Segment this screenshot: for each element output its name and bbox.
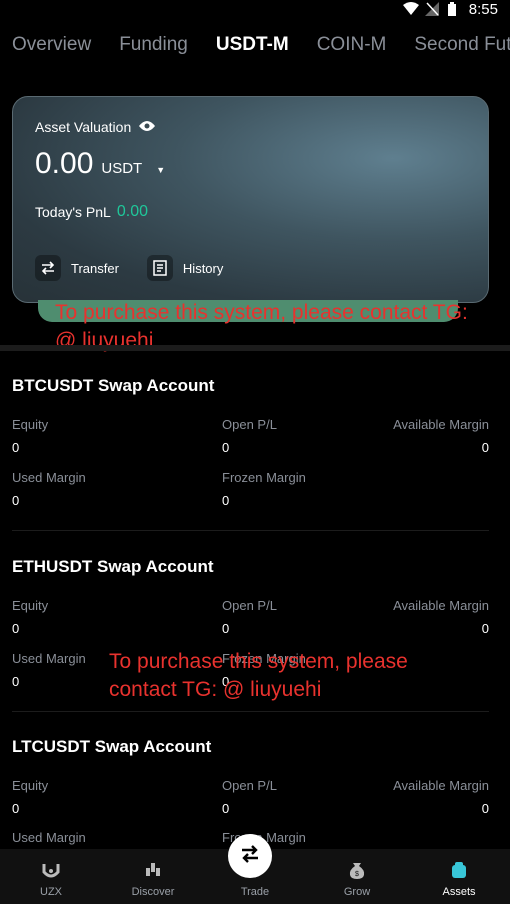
used-margin-label: Used Margin <box>12 470 86 485</box>
account-title: ETHUSDT Swap Account <box>12 557 214 576</box>
available-margin-label: Available Margin <box>393 598 489 613</box>
used-margin-label: Used Margin <box>12 651 86 666</box>
used-margin-value: 0 <box>12 493 20 508</box>
available-margin-value: 0 <box>481 801 489 816</box>
equity-label: Equity <box>12 417 49 432</box>
transfer-button[interactable]: Transfer <box>35 255 119 281</box>
history-label: History <box>182 260 224 276</box>
equity-value: 0 <box>12 801 20 816</box>
tab-overview[interactable]: Overview <box>12 34 91 56</box>
account-title: BTCUSDT Swap Account <box>12 376 215 395</box>
asset-valuation-header: Asset Valuation <box>35 119 156 135</box>
used-margin-label: Used Margin <box>12 830 86 845</box>
swap-arrows-icon <box>239 843 261 870</box>
asset-valuation-label: Asset Valuation <box>35 119 132 135</box>
available-margin-label: Available Margin <box>393 417 489 432</box>
pnl-label: Today's PnL <box>35 204 111 220</box>
account-tabs: Overview Funding USDT-M COIN-M Second Fu… <box>12 34 510 56</box>
caret-down-icon[interactable]: ▼ <box>156 165 165 175</box>
tab-second-futures[interactable]: Second Futu <box>414 34 510 56</box>
ethusdt-account[interactable]: ETHUSDT Swap Account Equity 0 Open P/L 0 A… <box>12 557 489 689</box>
watermark-text: To purchase this system, please contact … <box>109 650 408 701</box>
open-pl-label: Open P/L <box>222 598 277 613</box>
open-pl-value: 0 <box>222 801 230 816</box>
equity-label: Equity <box>12 778 49 793</box>
valuation-amount: 0.00 <box>35 147 94 180</box>
card-actions: Transfer History <box>35 255 223 281</box>
nav-uzx[interactable]: UZX <box>0 849 102 904</box>
frozen-margin-label: Frozen Margin <box>222 470 306 485</box>
wifi-icon <box>402 2 419 16</box>
frozen-margin-value: 0 <box>222 493 230 508</box>
uzx-logo-icon <box>40 859 62 881</box>
asset-valuation-value[interactable]: 0.00 USDT ▼ <box>35 147 165 181</box>
todays-pnl: Today's PnL 0.00 <box>35 203 148 221</box>
status-bar: 8:55 <box>0 0 510 18</box>
money-bag-icon: $ <box>346 859 368 881</box>
available-margin-label: Available Margin <box>393 778 489 793</box>
nav-grow[interactable]: $ Grow <box>306 849 408 904</box>
open-pl-label: Open P/L <box>222 417 277 432</box>
valuation-unit: USDT <box>101 160 143 177</box>
nav-discover[interactable]: Discover <box>102 849 204 904</box>
transfer-label: Transfer <box>71 260 119 276</box>
history-icon <box>146 255 173 281</box>
tab-usdt-m[interactable]: USDT-M <box>216 34 289 56</box>
tab-coin-m[interactable]: COIN-M <box>317 34 387 56</box>
equity-value: 0 <box>12 621 20 636</box>
signal-icon <box>424 2 441 16</box>
available-margin-value: 0 <box>481 440 489 455</box>
row-separator <box>12 530 489 531</box>
status-time: 8:55 <box>468 0 498 18</box>
btcusdt-account[interactable]: BTCUSDT Swap Account Equity 0 Open P/L 0 A… <box>12 376 489 508</box>
section-divider <box>0 345 510 351</box>
tab-funding[interactable]: Funding <box>119 34 188 56</box>
available-margin-value: 0 <box>481 621 489 636</box>
history-button[interactable]: History <box>146 255 224 281</box>
open-pl-label: Open P/L <box>222 778 277 793</box>
asset-valuation-card: Asset Valuation 0.00 USDT ▼ Today's PnL … <box>12 96 489 303</box>
open-pl-value: 0 <box>222 621 230 636</box>
trade-button[interactable] <box>228 834 272 878</box>
row-separator <box>12 711 489 712</box>
equity-value: 0 <box>12 440 20 455</box>
wallet-icon <box>448 859 470 881</box>
pnl-value: 0.00 <box>116 203 148 220</box>
battery-icon <box>447 2 463 16</box>
nav-assets[interactable]: Assets <box>408 849 510 904</box>
open-pl-value: 0 <box>222 440 230 455</box>
discover-icon <box>142 859 164 881</box>
eye-icon[interactable] <box>139 119 156 135</box>
used-margin-value: 0 <box>12 674 20 689</box>
svg-text:$: $ <box>355 871 359 878</box>
account-title: LTCUSDT Swap Account <box>12 737 212 756</box>
equity-label: Equity <box>12 598 49 613</box>
transfer-icon <box>35 255 61 281</box>
ltcusdt-account[interactable]: LTCUSDT Swap Account Equity 0 Open P/L 0 A… <box>12 737 489 845</box>
